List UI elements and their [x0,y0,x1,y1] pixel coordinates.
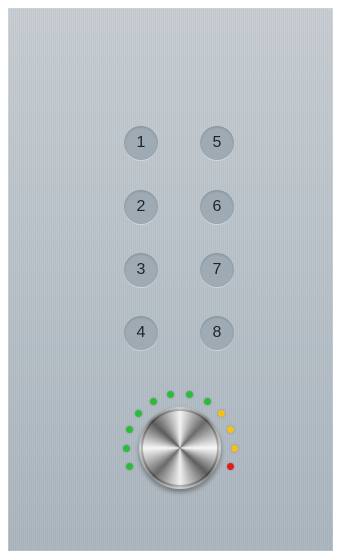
button-6[interactable]: 6 [200,190,234,224]
button-4[interactable]: 4 [124,316,158,350]
level-led [122,444,130,452]
button-7[interactable]: 7 [200,253,234,287]
level-led [203,397,211,405]
level-led [149,397,157,405]
level-led [217,409,225,417]
button-1[interactable]: 1 [124,126,158,160]
level-led [230,444,238,452]
level-led [167,391,175,399]
button-2[interactable]: 2 [124,190,158,224]
level-led [125,462,133,470]
button-5[interactable]: 5 [200,126,234,160]
level-led [185,391,193,399]
level-led [227,462,235,470]
button-3[interactable]: 3 [124,253,158,287]
level-led [227,426,235,434]
level-led [135,409,143,417]
button-8[interactable]: 8 [200,316,234,350]
volume-knob[interactable] [139,407,221,489]
volume-knob-area [112,378,242,508]
level-led [125,426,133,434]
